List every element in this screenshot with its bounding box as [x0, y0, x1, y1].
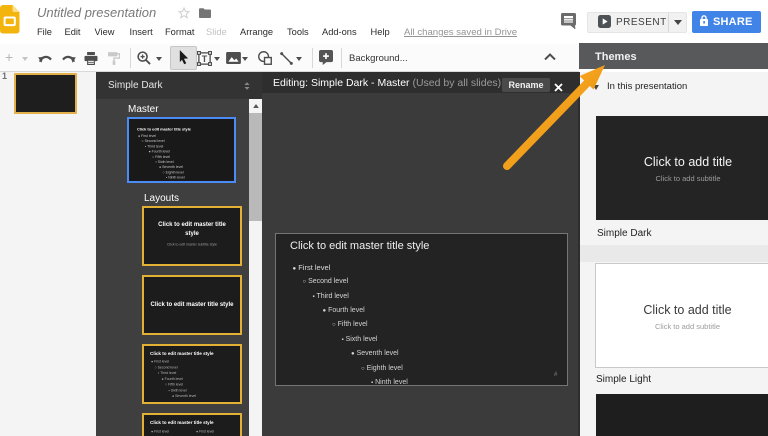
svg-text:T: T [202, 54, 208, 64]
